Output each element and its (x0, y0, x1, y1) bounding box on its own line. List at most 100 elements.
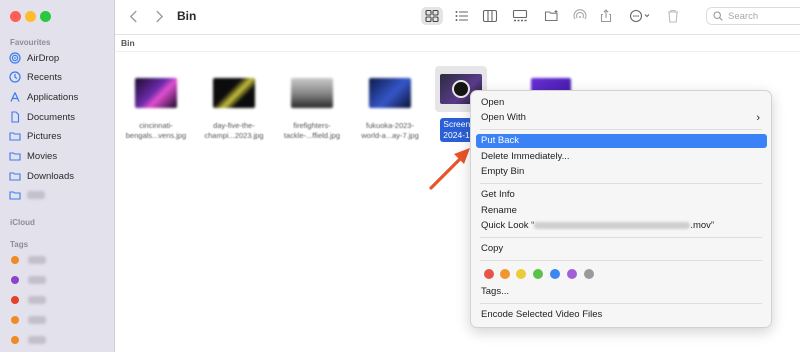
quick-look-prefix: Quick Look “ (481, 220, 535, 231)
file-item[interactable]: cincinnati- bengals...vens.jpg (117, 78, 195, 141)
sidebar-item-label: Downloads (27, 170, 74, 182)
sidebar-item-documents[interactable]: Documents (9, 109, 109, 125)
tag-color-dot (11, 336, 19, 344)
menu-item-rename[interactable]: Rename (476, 204, 767, 218)
list-view-icon (455, 11, 468, 21)
tag-blue-dot[interactable] (550, 269, 560, 279)
sidebar-item-label: Movies (27, 150, 58, 162)
menu-item-open-with[interactable]: Open With › (476, 111, 767, 125)
more-actions-button[interactable] (626, 7, 656, 25)
tag-green-dot[interactable] (533, 269, 543, 279)
share-icon (600, 9, 612, 23)
sidebar-item-pictures[interactable]: Pictures (9, 128, 109, 144)
path-bar: Bin (115, 35, 800, 52)
file-name: day-five-the- champi...2023.jpg (195, 121, 273, 141)
search-field[interactable]: Search (706, 7, 800, 25)
more-icon (629, 9, 650, 23)
file-name: cincinnati- bengals...vens.jpg (117, 121, 195, 141)
redacted-label (28, 276, 46, 284)
sidebar-tag-4[interactable] (9, 312, 109, 328)
play-icon (452, 80, 470, 98)
sidebar-tag-5[interactable] (9, 332, 109, 348)
menu-item-tags[interactable]: Tags... (476, 285, 767, 299)
trash-icon (668, 9, 678, 23)
sidebar-item-label: Recents (27, 71, 62, 83)
zoom-window-button[interactable] (40, 11, 51, 22)
tag-red-dot[interactable] (484, 269, 494, 279)
tag-purple-dot[interactable] (567, 269, 577, 279)
list-view-button[interactable] (452, 7, 472, 25)
tag-color-dot (11, 316, 19, 324)
applications-icon (9, 91, 21, 103)
sidebar-item-movies[interactable]: Movies (9, 148, 109, 164)
file-name-line: tackle-...ffield.jpg (283, 131, 341, 140)
file-thumbnail (291, 78, 333, 108)
sidebar-section-tags: Tags (10, 240, 29, 249)
column-view-icon (482, 9, 498, 23)
column-view-button[interactable] (480, 7, 500, 25)
share-button[interactable] (596, 7, 616, 25)
quick-look-suffix: .mov” (690, 220, 715, 231)
menu-item-label: Open With (481, 112, 526, 123)
sidebar-item-applications[interactable]: Applications (9, 89, 109, 105)
menu-divider (480, 237, 762, 238)
file-item[interactable]: firefighters- tackle-...ffield.jpg (273, 78, 351, 141)
sidebar-item-airdrop[interactable]: AirDrop (9, 50, 109, 66)
file-item[interactable]: day-five-the- champi...2023.jpg (195, 78, 273, 141)
file-name-line: day-five-the- (213, 121, 255, 130)
menu-item-copy[interactable]: Copy (476, 242, 767, 256)
sidebar-item-redacted-folder[interactable] (9, 187, 109, 203)
icon-view-button[interactable] (421, 7, 443, 25)
menu-item-empty-bin[interactable]: Empty Bin (476, 165, 767, 179)
path-bar-label[interactable]: Bin (121, 38, 135, 48)
sidebar-section-icloud: iCloud (10, 218, 35, 227)
minimize-window-button[interactable] (25, 11, 36, 22)
delete-button[interactable] (663, 7, 683, 25)
airdrop-icon (9, 52, 21, 64)
close-window-button[interactable] (10, 11, 21, 22)
tag-gray-dot[interactable] (584, 269, 594, 279)
new-folder-button[interactable] (542, 7, 562, 25)
tag-color-dot (11, 276, 19, 284)
finder-window: Favourites AirDrop Recents Applications … (0, 0, 800, 352)
menu-divider (480, 303, 762, 304)
file-name-line: cincinnati- (139, 121, 173, 130)
sidebar-tag-1[interactable] (9, 252, 109, 268)
back-button[interactable] (125, 8, 141, 24)
menu-item-get-info[interactable]: Get Info (476, 188, 767, 202)
menu-divider (480, 129, 762, 130)
file-item[interactable]: fukuoka-2023- world-a...ay-7.jpg (351, 78, 429, 141)
menu-item-open[interactable]: Open (476, 96, 767, 110)
clock-icon (9, 71, 21, 83)
sidebar-item-label: Documents (27, 111, 76, 123)
sidebar-item-downloads[interactable]: Downloads (9, 168, 109, 184)
file-name-line: firefighters- (293, 121, 331, 130)
redacted-filename (534, 221, 691, 229)
file-name: fukuoka-2023- world-a...ay-7.jpg (351, 121, 429, 141)
tag-yellow-dot[interactable] (516, 269, 526, 279)
menu-item-put-back[interactable]: Put Back (476, 134, 767, 148)
menu-item-encode-video[interactable]: Encode Selected Video Files (476, 308, 767, 322)
airdrop-icon (573, 9, 587, 20)
sidebar-item-recents[interactable]: Recents (9, 69, 109, 85)
tag-orange-dot[interactable] (500, 269, 510, 279)
redacted-label (27, 191, 45, 199)
redacted-label (28, 256, 46, 264)
forward-button[interactable] (151, 8, 167, 24)
folder-icon (9, 150, 21, 162)
airdrop-button[interactable] (570, 7, 590, 25)
file-name: firefighters- tackle-...ffield.jpg (273, 121, 351, 141)
tag-color-dot (11, 296, 19, 304)
menu-item-delete-immediately[interactable]: Delete Immediately... (476, 150, 767, 164)
gallery-view-button[interactable] (510, 7, 530, 25)
menu-item-quick-look[interactable]: Quick Look “ .mov” (476, 219, 767, 233)
sidebar-tag-3[interactable] (9, 292, 109, 308)
sidebar-item-label: Pictures (27, 130, 62, 142)
icon-view-icon (425, 9, 439, 23)
document-icon (9, 111, 21, 123)
sidebar-item-label: AirDrop (27, 52, 60, 64)
redacted-label (28, 316, 46, 324)
new-folder-icon (544, 10, 558, 22)
sidebar-tag-2[interactable] (9, 272, 109, 288)
sidebar: Favourites AirDrop Recents Applications … (0, 0, 115, 352)
